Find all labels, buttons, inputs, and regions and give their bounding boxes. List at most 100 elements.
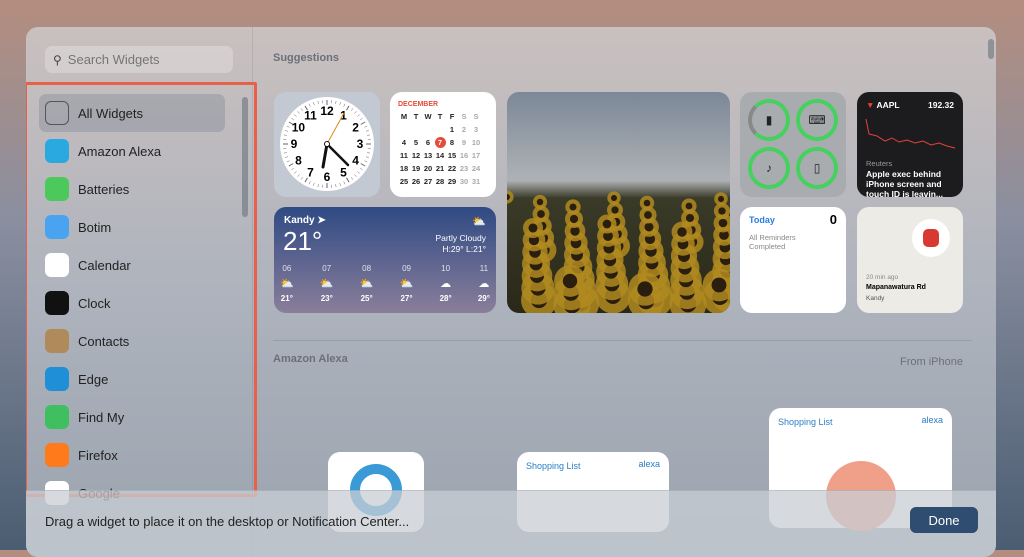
calendar-day: 2 [458,123,470,136]
calendar-day: 4 [398,136,410,149]
mouse-battery-icon: ▯ [796,147,838,189]
weekday-label: T [434,110,446,123]
hour-forecast: 07⛅23° [320,264,334,303]
main-scrollbar[interactable] [988,39,994,59]
shopping-list-title: Shopping List [778,417,833,427]
sidebar-item-amazon-alexa[interactable]: Amazon Alexa [39,132,225,170]
sidebar-item-contacts[interactable]: Contacts [39,322,225,360]
sidebar-item-label: Edge [78,372,108,387]
weekday-label: S [458,110,470,123]
weather-widget[interactable]: Kandy ➤ 21° ⛅ Partly Cloudy H:29° L:21° … [274,207,496,313]
calendar-day [434,123,446,136]
hour-forecast: 10☁28° [440,264,452,303]
partly-cloudy-icon: ⛅ [280,277,294,290]
calendar-day: 11 [398,149,410,162]
calendar-day [398,123,410,136]
calendar-day: 12 [410,149,422,162]
sidebar-item-calendar[interactable]: Calendar [39,246,225,284]
stock-symbol: AAPL [876,100,899,110]
sidebar-item-edge[interactable]: Edge [39,360,225,398]
sidebar-item-label: Calendar [78,258,131,273]
sunflower-photo [507,92,730,313]
sidebar-item-firefox[interactable]: Firefox [39,436,225,474]
clock-number: 9 [291,137,298,151]
calendar-day: 15 [446,149,458,162]
calendar-day [422,123,434,136]
search-field[interactable]: ⚲ [45,46,233,73]
calendar-day: 7 [434,136,446,149]
clock-number: 11 [304,108,317,122]
battery-icon [45,177,69,201]
weather-condition: Partly Cloudy [435,233,486,243]
find-my-icon [45,405,69,429]
sidebar-item-label: Find My [78,410,124,425]
sidebar-scrollbar[interactable] [242,97,248,217]
calendar-widget[interactable]: DECEMBER MTWTFSS123456789101112131415161… [390,92,496,197]
weather-temp: 21° [283,226,322,257]
partly-cloudy-icon: ⛅ [360,277,374,290]
batteries-widget[interactable]: ▮ ⌨ ♪ ▯ [740,92,846,197]
alexa-logo: alexa [921,415,943,425]
search-icon: ⚲ [53,53,62,67]
calendar-day: 25 [398,175,410,188]
calendar-day: 9 [458,136,470,149]
reminders-status: All Reminders Completed [749,233,809,251]
clock-number: 1 [340,108,347,122]
sidebar-item-label: Amazon Alexa [78,144,161,159]
case-battery-icon: ▮ [748,99,790,141]
search-input[interactable] [68,52,218,67]
clock-number: 3 [357,137,364,151]
calendar-month: DECEMBER [398,101,488,108]
stocks-widget[interactable]: ▼ AAPL 192.32 Reuters Apple exec behind … [857,92,963,197]
backpack-pin-icon [912,219,950,257]
reminders-widget[interactable]: Today 0 All Reminders Completed [740,207,846,313]
cloud-icon: ☁ [440,277,452,290]
sidebar-item-batteries[interactable]: Batteries [39,170,225,208]
weekday-label: T [410,110,422,123]
clock-number: 5 [340,166,347,180]
calendar-day: 23 [458,162,470,175]
sidebar: ⚲ All Widgets Amazon Alexa Batteries Botim C… [26,27,253,557]
done-button[interactable]: Done [910,507,978,533]
sidebar-item-label: Batteries [78,182,129,197]
calendar-grid: MTWTFSS123456789101112131415161718192021… [398,110,482,188]
weather-city: Kandy [284,215,315,226]
botim-icon [45,215,69,239]
photo-widget[interactable] [507,92,730,313]
calendar-day: 18 [398,162,410,175]
weekday-label: W [422,110,434,123]
weekday-label: F [446,110,458,123]
calendar-day: 16 [458,149,470,162]
sidebar-item-clock[interactable]: Clock [39,284,225,322]
hour-forecast: 06⛅21° [280,264,294,303]
cloud-icon: ☁ [478,277,490,290]
widget-category-list: All Widgets Amazon Alexa Batteries Botim Cal… [39,94,225,512]
calendar-day: 27 [422,175,434,188]
sidebar-item-label: Contacts [78,334,129,349]
clock-number: 7 [307,166,314,180]
findmy-widget[interactable]: 20 min ago Mapanawatura Rd Kandy [857,207,963,313]
calendar-day: 19 [410,162,422,175]
shopping-list-title: Shopping List [526,461,581,471]
sidebar-item-find-my[interactable]: Find My [39,398,225,436]
firefox-icon [45,443,69,467]
all-widgets-icon [45,101,69,125]
partly-cloudy-icon: ⛅ [472,215,486,228]
calendar-day: 26 [410,175,422,188]
clock-widget[interactable]: 121234567891011 [274,92,380,197]
divider [273,340,972,341]
calendar-day: 21 [434,162,446,175]
sidebar-item-all-widgets[interactable]: All Widgets [39,94,225,132]
calendar-day: 1 [446,123,458,136]
hour-forecast: 09⛅27° [400,264,414,303]
clock-number: 4 [352,154,359,168]
clock-number: 8 [295,154,302,168]
news-source: Reuters [866,159,892,168]
reminders-title: Today [749,215,775,225]
sidebar-item-botim[interactable]: Botim [39,208,225,246]
weekday-label: S [470,110,482,123]
stock-price: 192.32 [928,100,954,110]
findmy-city: Kandy [866,295,884,302]
clock-number: 6 [324,170,331,184]
calendar-day: 29 [446,175,458,188]
